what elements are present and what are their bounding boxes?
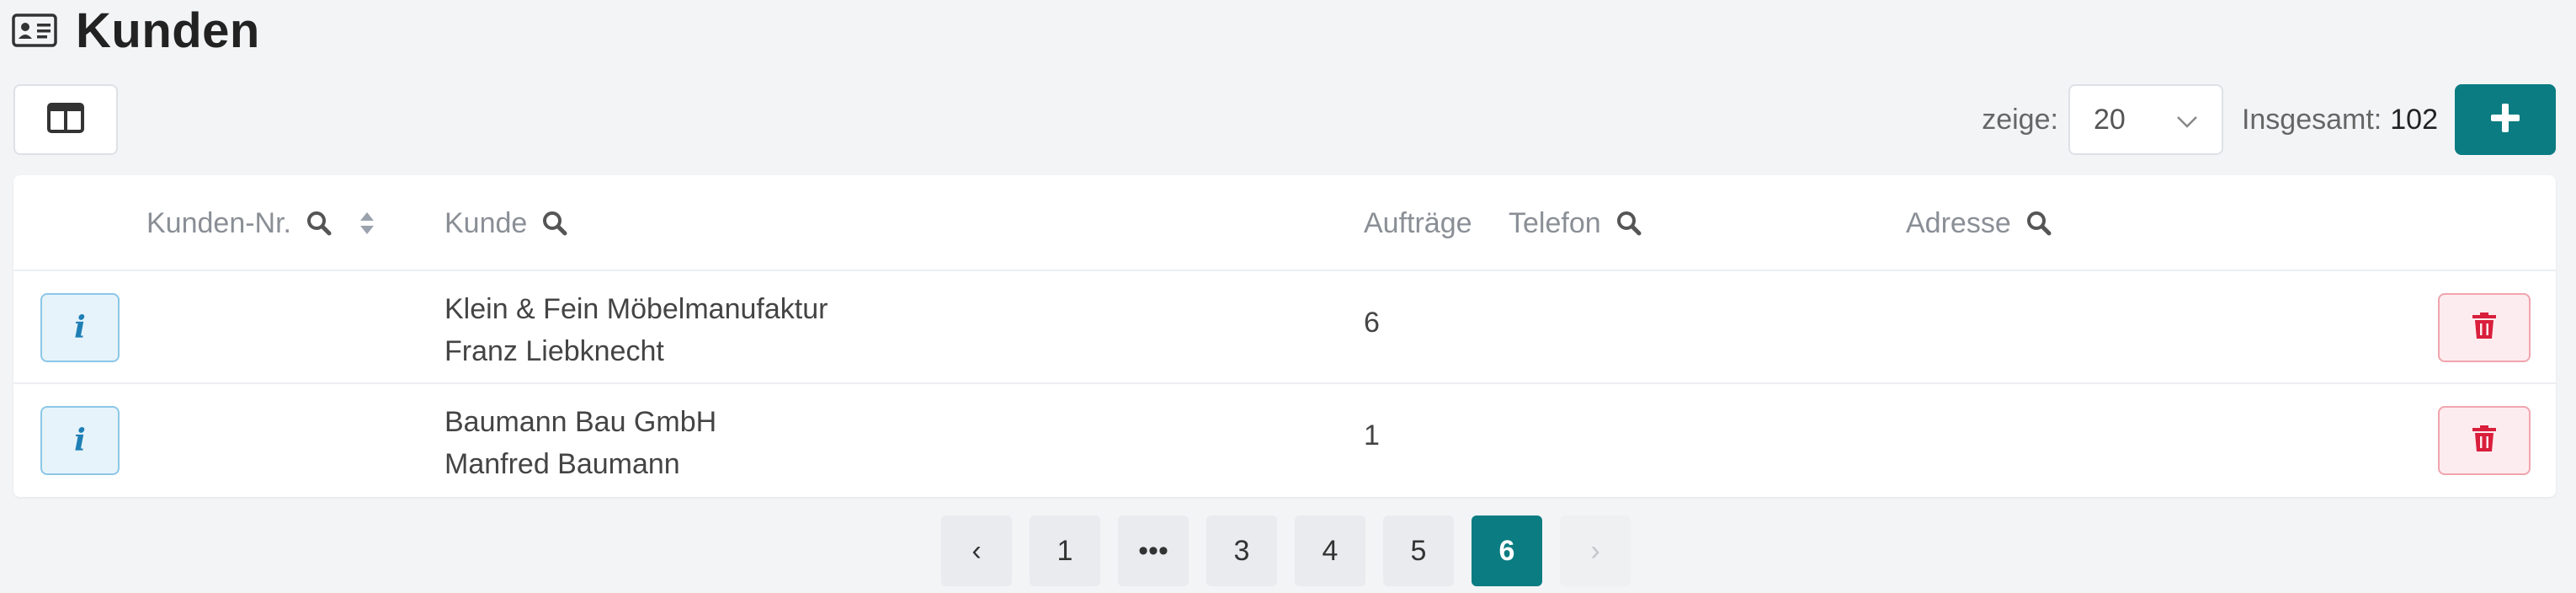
page-title: Kunden bbox=[76, 3, 260, 58]
info-icon: i bbox=[74, 310, 86, 345]
column-label: Kunde bbox=[444, 206, 528, 239]
contact-name: Manfred Baumann bbox=[444, 448, 680, 480]
delete-button[interactable] bbox=[2438, 406, 2531, 475]
column-header-address[interactable]: Adresse bbox=[1906, 175, 2052, 271]
table-row: i Baumann Bau GmbH Manfred Baumann 1 bbox=[13, 384, 2556, 497]
pagination-prev-button[interactable]: ‹ bbox=[941, 516, 1012, 586]
search-icon[interactable] bbox=[306, 211, 332, 236]
search-icon[interactable] bbox=[2026, 211, 2052, 236]
pagination-page-6-current[interactable]: 6 bbox=[1472, 516, 1542, 586]
page-header: Kunden bbox=[12, 0, 260, 61]
pagination-ellipsis: ••• bbox=[1118, 516, 1189, 586]
column-header-customer-no[interactable]: Kunden-Nr. bbox=[146, 175, 375, 271]
total-count: 102 bbox=[2390, 103, 2438, 136]
pagination-page-5[interactable]: 5 bbox=[1383, 516, 1454, 586]
customer-cell: Baumann Bau GmbH Manfred Baumann bbox=[444, 401, 716, 485]
total-label: Insgesamt: bbox=[2241, 103, 2382, 136]
add-customer-button[interactable] bbox=[2455, 84, 2556, 155]
table-header: Kunden-Nr. Kunde Aufträge Telefon Adress… bbox=[13, 175, 2556, 271]
customer-table: Kunden-Nr. Kunde Aufträge Telefon Adress… bbox=[13, 175, 2556, 497]
orders-count: 1 bbox=[1364, 419, 1380, 451]
column-header-customer[interactable]: Kunde bbox=[444, 175, 567, 271]
plus-icon bbox=[2489, 102, 2521, 138]
page-size-label: zeige: bbox=[1982, 103, 2058, 136]
pagination-page-3[interactable]: 3 bbox=[1206, 516, 1277, 586]
column-label: Kunden-Nr. bbox=[146, 206, 291, 239]
info-button[interactable]: i bbox=[40, 293, 120, 362]
column-label: Adresse bbox=[1906, 206, 2011, 239]
column-header-phone[interactable]: Telefon bbox=[1509, 175, 1642, 271]
page-size-value: 20 bbox=[2093, 103, 2126, 136]
columns-icon bbox=[47, 102, 84, 137]
trash-icon bbox=[2472, 425, 2496, 457]
trash-icon bbox=[2472, 312, 2496, 344]
column-label: Aufträge bbox=[1364, 206, 1472, 239]
sort-icon[interactable] bbox=[359, 211, 375, 236]
pagination-page-1[interactable]: 1 bbox=[1030, 516, 1100, 586]
column-header-orders: Aufträge bbox=[1364, 175, 1472, 271]
search-icon[interactable] bbox=[1616, 211, 1642, 236]
contact-card-icon bbox=[12, 13, 57, 47]
info-button[interactable]: i bbox=[40, 406, 120, 475]
company-name: Baumann Bau GmbH bbox=[444, 406, 717, 438]
info-icon: i bbox=[74, 423, 86, 458]
chevron-down-icon bbox=[2176, 104, 2198, 136]
pagination-page-4[interactable]: 4 bbox=[1295, 516, 1365, 586]
columns-toggle-button[interactable] bbox=[13, 84, 118, 155]
page-size-select[interactable]: 20 bbox=[2068, 84, 2223, 155]
pagination: ‹ 1 ••• 3 4 5 6 › bbox=[941, 516, 1648, 586]
customer-cell: Klein & Fein Möbelmanufaktur Franz Liebk… bbox=[444, 288, 828, 372]
table-row: i Klein & Fein Möbelmanufaktur Franz Lie… bbox=[13, 271, 2556, 384]
delete-button[interactable] bbox=[2438, 293, 2531, 362]
column-label: Telefon bbox=[1509, 206, 1601, 239]
search-icon[interactable] bbox=[542, 211, 567, 236]
orders-count: 6 bbox=[1364, 307, 1380, 339]
company-name: Klein & Fein Möbelmanufaktur bbox=[444, 293, 828, 325]
pagination-next-button[interactable]: › bbox=[1560, 516, 1631, 586]
toolbar-right: zeige: 20 Insgesamt: 102 bbox=[1982, 84, 2556, 155]
contact-name: Franz Liebknecht bbox=[444, 335, 664, 367]
